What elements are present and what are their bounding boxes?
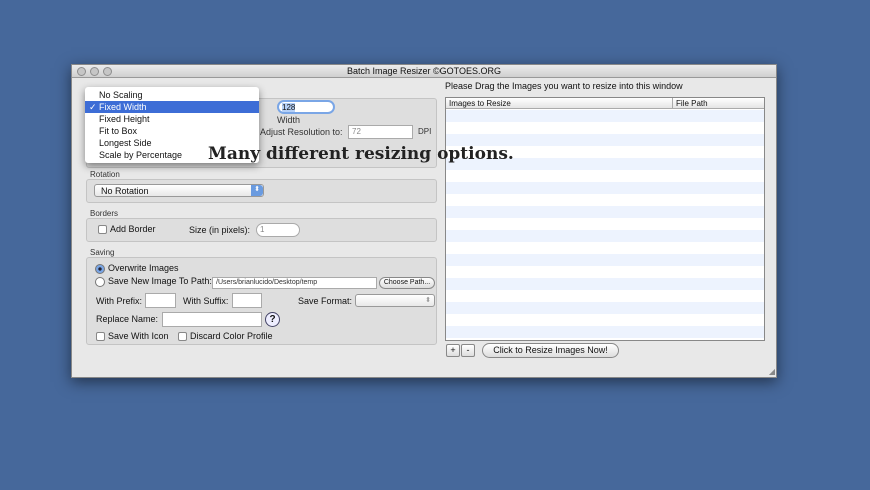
resize-button[interactable]: Click to Resize Images Now! bbox=[482, 343, 619, 358]
border-size-label: Size (in pixels): bbox=[189, 225, 251, 235]
images-table[interactable]: Images to Resize File Path bbox=[445, 97, 765, 341]
add-border-checkbox[interactable]: Add Border bbox=[98, 224, 156, 235]
overwrite-radio[interactable]: Overwrite Images bbox=[95, 263, 179, 274]
resolution-label: Adjust Resolution to: bbox=[260, 127, 343, 137]
replace-field[interactable] bbox=[162, 312, 262, 327]
rotation-select[interactable]: No Rotation ⬍ bbox=[94, 184, 264, 197]
drag-instruction: Please Drag the Images you want to resiz… bbox=[445, 81, 683, 91]
width-label: Width bbox=[277, 115, 301, 125]
add-button[interactable]: + bbox=[446, 344, 460, 357]
choose-path-button[interactable]: Choose Path... bbox=[379, 277, 435, 289]
save-with-icon-checkbox[interactable]: Save With Icon bbox=[96, 331, 169, 342]
prefix-label: With Prefix: bbox=[96, 296, 143, 306]
menu-item-fixed-height[interactable]: Fixed Height bbox=[85, 113, 259, 125]
resolution-field[interactable]: 72 bbox=[348, 125, 413, 139]
help-icon[interactable]: ? bbox=[265, 312, 280, 327]
format-label: Save Format: bbox=[298, 296, 353, 306]
save-new-radio[interactable]: Save New Image To Path: bbox=[95, 276, 212, 287]
close-button[interactable] bbox=[77, 67, 86, 76]
menu-item-no-scaling[interactable]: No Scaling bbox=[85, 89, 259, 101]
select-arrows-icon: ⬍ bbox=[251, 185, 263, 196]
minimize-button[interactable] bbox=[90, 67, 99, 76]
prefix-field[interactable] bbox=[145, 293, 176, 308]
borders-label: Borders bbox=[90, 209, 119, 218]
dpi-label: DPI bbox=[418, 127, 432, 136]
path-field[interactable]: /Users/brianlucido/Desktop/temp bbox=[212, 277, 377, 289]
resize-grip-icon[interactable]: ◢ bbox=[769, 367, 775, 376]
overlay-caption: Many different resizing options. bbox=[208, 144, 514, 164]
menu-item-fit-to-box[interactable]: Fit to Box bbox=[85, 125, 259, 137]
saving-label: Saving bbox=[90, 248, 115, 257]
border-size-field[interactable]: 1 bbox=[256, 223, 300, 237]
zoom-button[interactable] bbox=[103, 67, 112, 76]
discard-profile-checkbox[interactable]: Discard Color Profile bbox=[178, 331, 273, 342]
suffix-field[interactable] bbox=[232, 293, 262, 308]
title-bar: Batch Image Resizer ©GOTOES.ORG bbox=[72, 65, 776, 78]
format-select[interactable]: ⬍ bbox=[355, 294, 435, 307]
col-images[interactable]: Images to Resize bbox=[449, 99, 511, 108]
menu-item-fixed-width[interactable]: ✓ Fixed Width bbox=[85, 101, 259, 113]
col-path[interactable]: File Path bbox=[672, 98, 708, 109]
replace-label: Replace Name: bbox=[96, 314, 159, 324]
suffix-label: With Suffix: bbox=[183, 296, 229, 306]
checkmark-icon: ✓ bbox=[89, 102, 97, 112]
width-field[interactable]: 128 bbox=[277, 100, 335, 114]
rotation-label: Rotation bbox=[90, 170, 120, 179]
window-title: Batch Image Resizer ©GOTOES.ORG bbox=[346, 66, 501, 76]
remove-button[interactable]: - bbox=[461, 344, 475, 357]
